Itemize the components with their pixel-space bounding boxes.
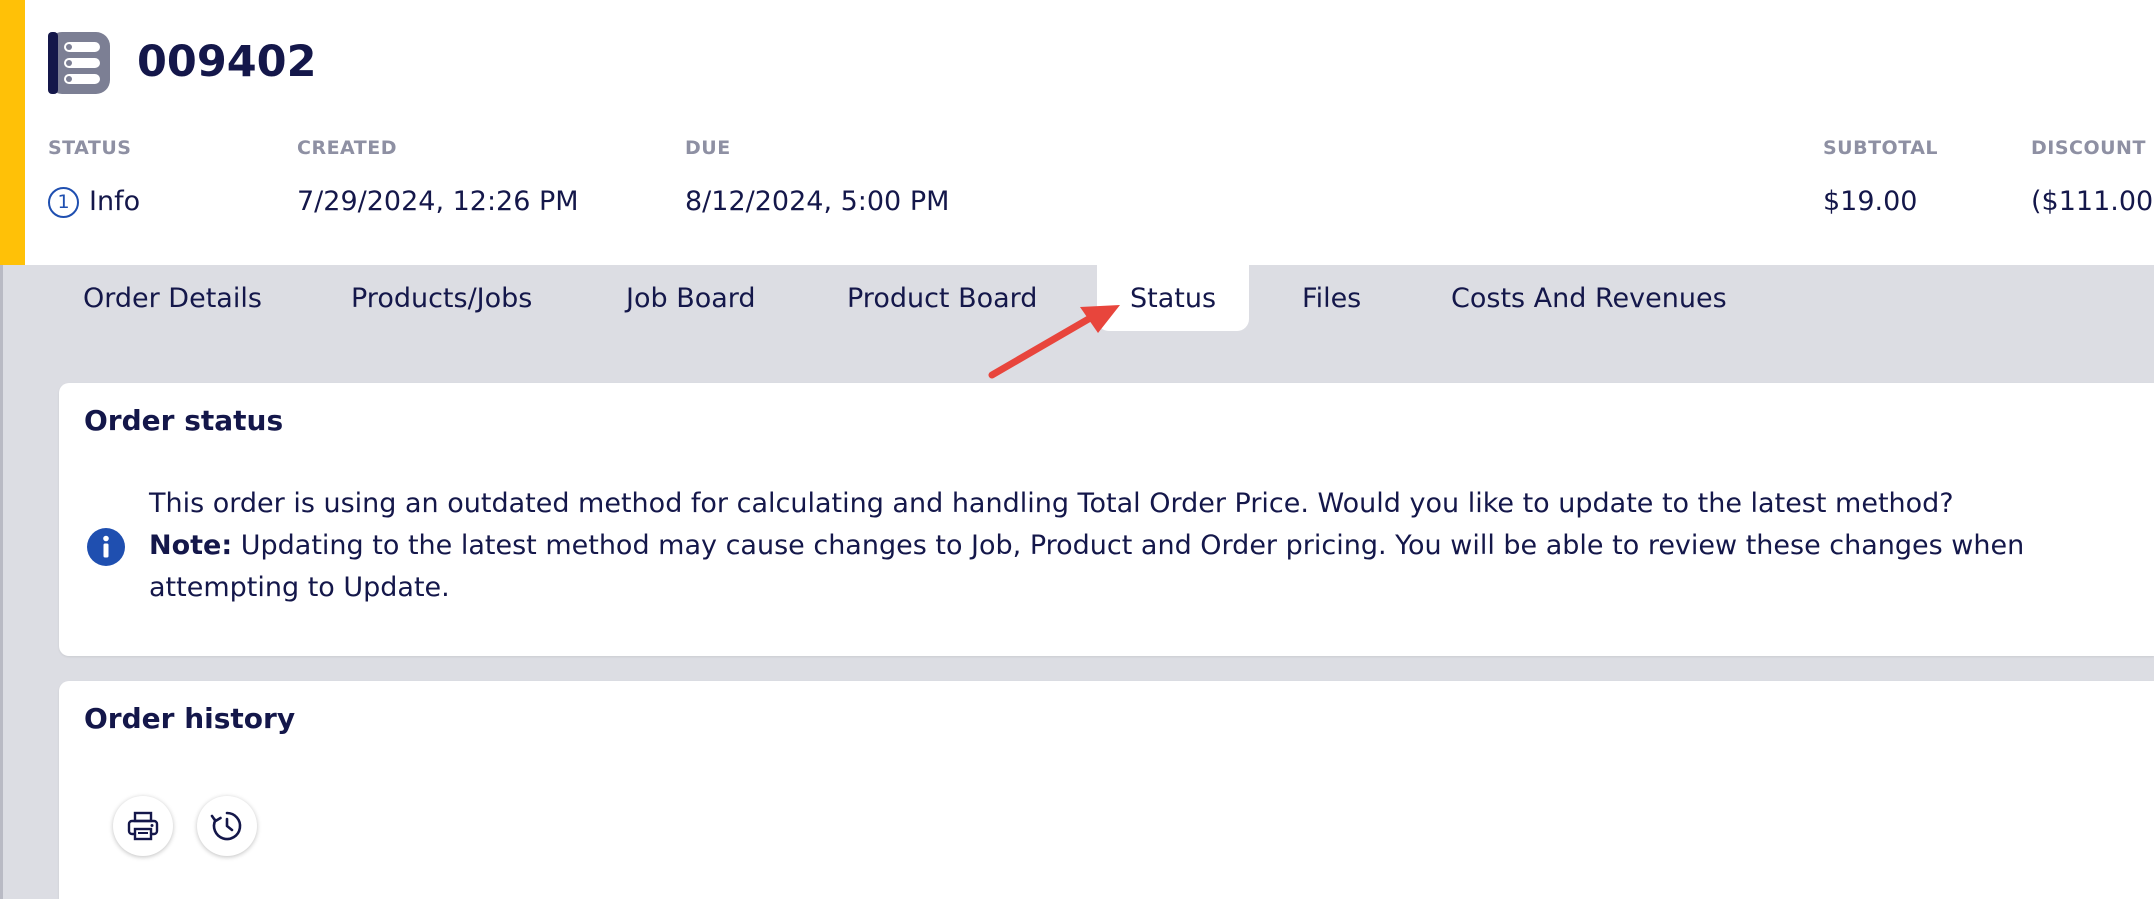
print-icon bbox=[127, 811, 159, 841]
order-history-title: Order history bbox=[84, 702, 296, 735]
page-left-border bbox=[0, 265, 3, 899]
annotation-arrow-icon bbox=[988, 305, 1120, 379]
order-status-title: Order status bbox=[84, 404, 284, 437]
subtotal-value: $19.00 bbox=[1823, 186, 1918, 217]
history-icon bbox=[210, 811, 242, 841]
due-value: 8/12/2024, 5:00 PM bbox=[685, 186, 950, 217]
discount-value: ($111.00) bbox=[2031, 186, 2154, 217]
order-history-card: Order history bbox=[59, 681, 2154, 899]
info-icon bbox=[87, 528, 125, 566]
order-number: 009402 bbox=[137, 37, 317, 87]
subtotal-label: SUBTOTAL bbox=[1823, 137, 1939, 159]
discount-label: DISCOUNT bbox=[2031, 137, 2146, 159]
status-value: 1 Info bbox=[48, 186, 140, 218]
tab-products-jobs[interactable]: Products/Jobs bbox=[351, 265, 532, 333]
note-text: Updating to the latest method may cause … bbox=[149, 530, 2025, 603]
status-step-badge: 1 bbox=[48, 186, 79, 218]
order-list-icon bbox=[48, 32, 110, 94]
created-label: CREATED bbox=[297, 137, 397, 159]
header-accent-bar bbox=[0, 0, 25, 265]
due-label: DUE bbox=[685, 137, 731, 159]
order-header: 009402 STATUS 1 Info CREATED 7/29/2024, … bbox=[0, 0, 2154, 265]
history-button[interactable] bbox=[197, 796, 257, 856]
tab-costs-and-revenues[interactable]: Costs And Revenues bbox=[1451, 265, 1727, 333]
status-message: This order is using an outdated method f… bbox=[149, 483, 2139, 609]
note-label: Note: bbox=[149, 530, 233, 561]
tab-order-details[interactable]: Order Details bbox=[83, 265, 262, 333]
created-value: 7/29/2024, 12:26 PM bbox=[297, 186, 579, 217]
status-message-text: This order is using an outdated method f… bbox=[149, 488, 1954, 519]
order-status-card: Order status This order is using an outd… bbox=[59, 383, 2154, 656]
tab-job-board[interactable]: Job Board bbox=[626, 265, 756, 333]
tab-files[interactable]: Files bbox=[1302, 265, 1361, 333]
status-label: STATUS bbox=[48, 137, 132, 159]
status-text: Info bbox=[89, 186, 141, 217]
print-button[interactable] bbox=[113, 796, 173, 856]
